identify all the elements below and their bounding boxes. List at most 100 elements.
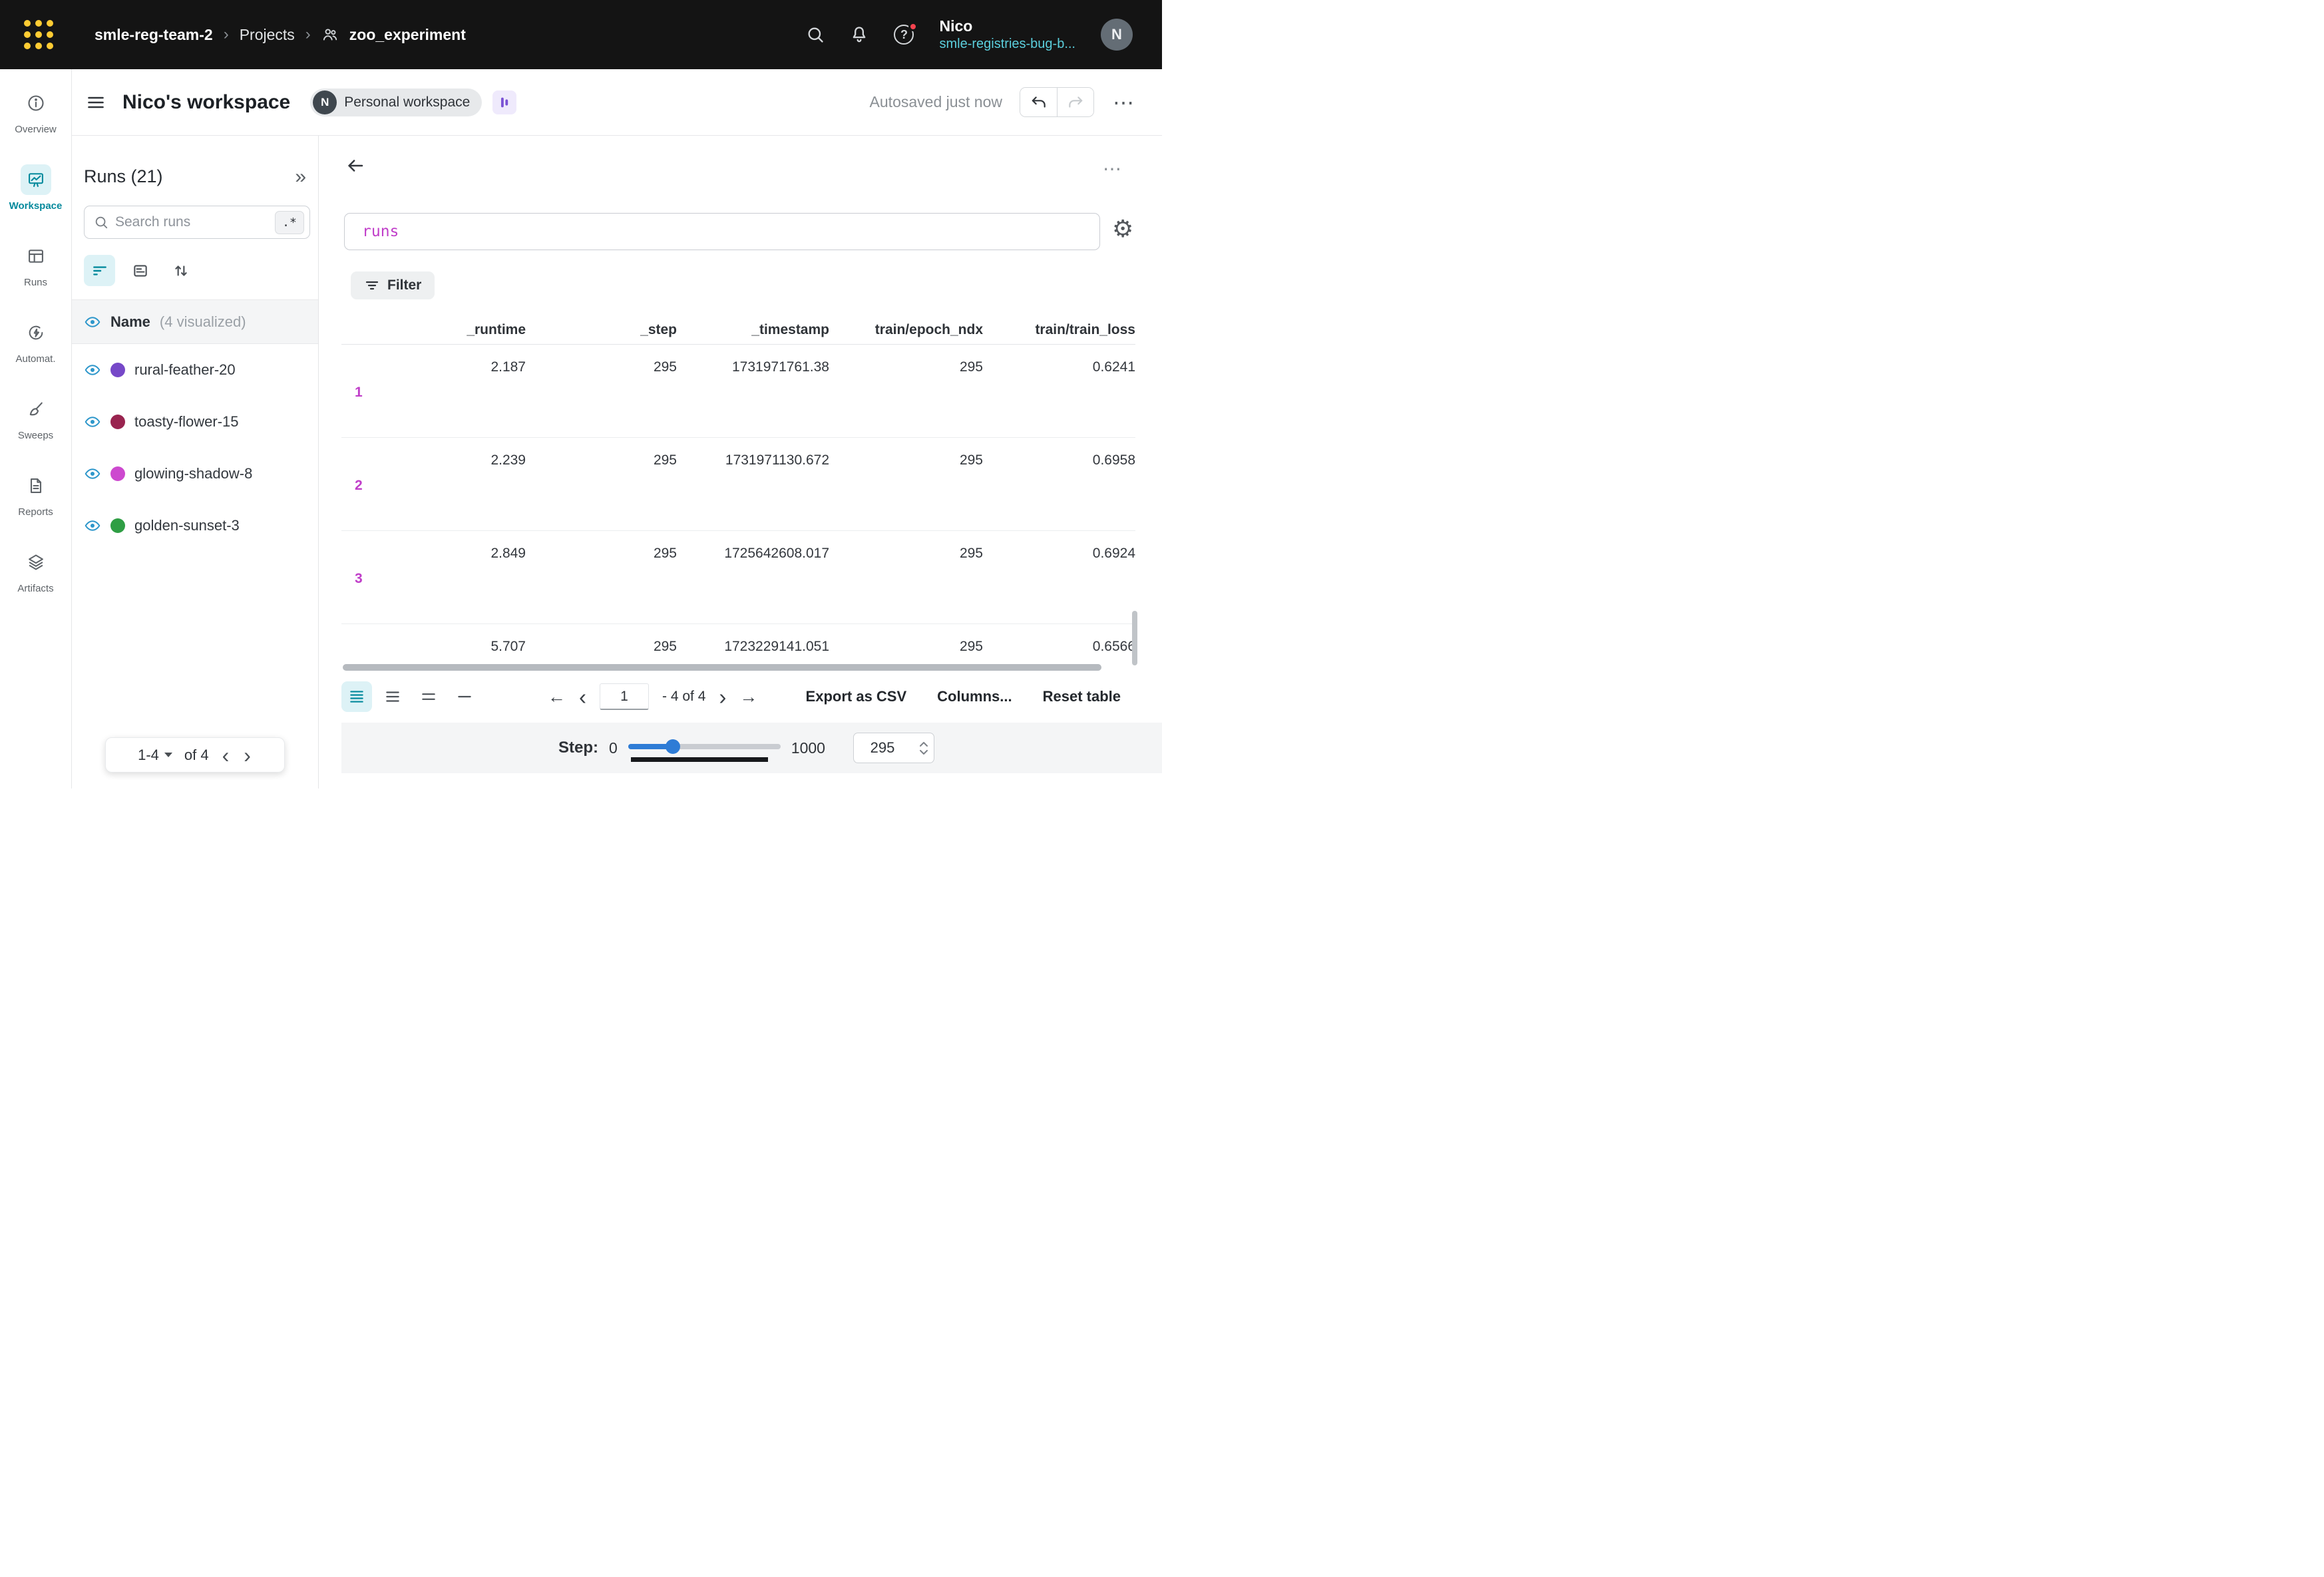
run-list-item[interactable]: golden-sunset-3 [72, 500, 318, 552]
wandb-logo[interactable] [24, 20, 53, 49]
redo-button[interactable] [1057, 88, 1093, 116]
visibility-eye-icon[interactable] [84, 465, 101, 482]
runs-query-input[interactable] [344, 213, 1100, 250]
column-header[interactable]: train/epoch_ndx [829, 322, 983, 344]
undo-redo-group [1020, 87, 1094, 117]
panel-layout-icon[interactable] [492, 90, 516, 114]
filter-button[interactable]: Filter [351, 271, 435, 299]
row-index-link[interactable]: 1 [355, 385, 363, 401]
sidebar-item-workspace[interactable]: Workspace [0, 164, 71, 232]
avatar[interactable]: N [1101, 19, 1133, 51]
runs-view-controls [84, 255, 306, 286]
collapse-panel-icon[interactable]: » [295, 167, 306, 187]
column-header[interactable]: train/train_loss [983, 322, 1135, 344]
back-arrow-icon[interactable] [345, 156, 365, 176]
help-icon[interactable]: ? [894, 25, 914, 45]
workspace-type-badge[interactable]: N Personal workspace [310, 88, 482, 116]
content-area: Nico's workspace N Personal workspace Au… [72, 69, 1162, 788]
row-height-large-button[interactable] [413, 681, 444, 712]
user-org-link[interactable]: smle-registries-bug-b... [939, 35, 1075, 53]
cell-epoch: 295 [829, 531, 983, 623]
run-list-item[interactable]: rural-feather-20 [72, 344, 318, 396]
sidebar-item-runs[interactable]: Runs [0, 241, 71, 309]
table-row[interactable]: 3 2.849 295 1725642608.017 295 0.6924 [341, 531, 1135, 624]
page-number-input[interactable] [600, 683, 649, 710]
cell-loss: 0.6241 [983, 345, 1135, 437]
visibility-eye-icon[interactable] [84, 361, 101, 379]
export-csv-button[interactable]: Export as CSV [806, 688, 907, 705]
column-header[interactable]: _timestamp [677, 322, 829, 344]
prev-page-button[interactable]: ‹ [579, 686, 586, 708]
run-name[interactable]: rural-feather-20 [134, 361, 236, 379]
run-name[interactable]: golden-sunset-3 [134, 517, 240, 534]
table-row[interactable]: 5.707 295 1723229141.051 295 0.6566 [341, 624, 1135, 660]
step-max-label: 1000 [791, 739, 825, 757]
regex-toggle-button[interactable]: .* [275, 211, 304, 234]
search-icon[interactable] [806, 25, 825, 44]
sort-button[interactable] [165, 255, 196, 286]
app-shell: Overview Workspace Runs Automat. [0, 69, 1162, 788]
row-index-link[interactable]: 3 [355, 571, 363, 587]
last-page-button[interactable]: → [739, 688, 757, 706]
sidebar-item-automations[interactable]: Automat. [0, 317, 71, 385]
run-list-item[interactable]: glowing-shadow-8 [72, 448, 318, 500]
table-row[interactable]: 2 2.239 295 1731971130.672 295 0.6958 [341, 438, 1135, 531]
slider-thumb[interactable] [666, 739, 680, 754]
row-height-medium-button[interactable] [377, 681, 408, 712]
filter-list-view-button[interactable] [84, 255, 115, 286]
sidebar-item-artifacts[interactable]: Artifacts [0, 547, 71, 615]
prev-page-button[interactable]: ‹ [221, 745, 231, 766]
sidebar-item-overview[interactable]: Overview [0, 88, 71, 156]
step-slider-bar: Step: 0 1000 [341, 723, 1162, 773]
next-page-button[interactable]: › [242, 745, 252, 766]
page-range-dropdown[interactable]: 1-4 [138, 747, 172, 764]
search-runs-input[interactable] [115, 214, 268, 230]
undo-button[interactable] [1020, 88, 1057, 116]
workspace-body: Runs (21) » .* [72, 136, 1162, 788]
gear-icon[interactable]: ⚙ [1112, 217, 1133, 241]
first-page-button[interactable]: ← [548, 688, 566, 706]
card-view-button[interactable] [124, 255, 156, 286]
row-index-link[interactable]: 2 [355, 478, 363, 494]
panel-overflow-menu-icon[interactable]: ⋯ [1103, 160, 1123, 178]
column-header[interactable]: _step [526, 322, 677, 344]
scrollbar-thumb[interactable] [343, 664, 1101, 671]
run-color-dot [110, 518, 125, 533]
row-height-xlarge-button[interactable] [449, 681, 480, 712]
filter-label: Filter [387, 277, 421, 293]
workspace-overflow-menu-icon[interactable]: ⋯ [1113, 97, 1135, 108]
chevron-right-icon: › [224, 27, 229, 43]
table-row[interactable]: 1 2.187 295 1731971761.38 295 0.6241 [341, 345, 1135, 438]
reset-table-button[interactable]: Reset table [1043, 688, 1121, 705]
run-name[interactable]: glowing-shadow-8 [134, 465, 252, 482]
horizontal-scrollbar[interactable] [341, 664, 1121, 671]
row-height-small-button[interactable] [341, 681, 372, 712]
breadcrumb-project[interactable]: zoo_experiment [349, 26, 466, 44]
vertical-scrollbar[interactable] [1132, 611, 1137, 665]
user-menu[interactable]: Nico smle-registries-bug-b... [939, 17, 1075, 53]
visibility-eye-icon[interactable] [84, 313, 101, 331]
step-value-input[interactable] [857, 739, 908, 757]
run-name[interactable]: toasty-flower-15 [134, 413, 239, 431]
breadcrumb-team[interactable]: smle-reg-team-2 [95, 26, 213, 44]
column-header[interactable]: _runtime [341, 322, 526, 344]
visibility-eye-icon[interactable] [84, 413, 101, 431]
visibility-eye-icon[interactable] [84, 517, 101, 534]
next-page-button[interactable]: › [719, 686, 726, 708]
cell-step: 295 [526, 345, 677, 437]
notifications-bell-icon[interactable] [850, 25, 869, 44]
columns-button[interactable]: Columns... [937, 688, 1012, 705]
step-range-indicator [631, 757, 768, 762]
sidebar-item-reports[interactable]: Reports [0, 470, 71, 538]
page-info-label: - 4 of 4 [662, 689, 705, 705]
visualized-count: (4 visualized) [160, 313, 246, 331]
step-slider[interactable] [628, 733, 781, 763]
sidebar-item-sweeps[interactable]: Sweeps [0, 394, 71, 462]
menu-icon[interactable] [87, 93, 105, 112]
stepper-arrows[interactable] [919, 741, 928, 755]
cell-runtime: 2.849 [341, 531, 526, 623]
workspace-board-icon [21, 164, 51, 195]
breadcrumb-projects[interactable]: Projects [240, 26, 295, 44]
team-members-icon [321, 26, 339, 43]
run-list-item[interactable]: toasty-flower-15 [72, 396, 318, 448]
